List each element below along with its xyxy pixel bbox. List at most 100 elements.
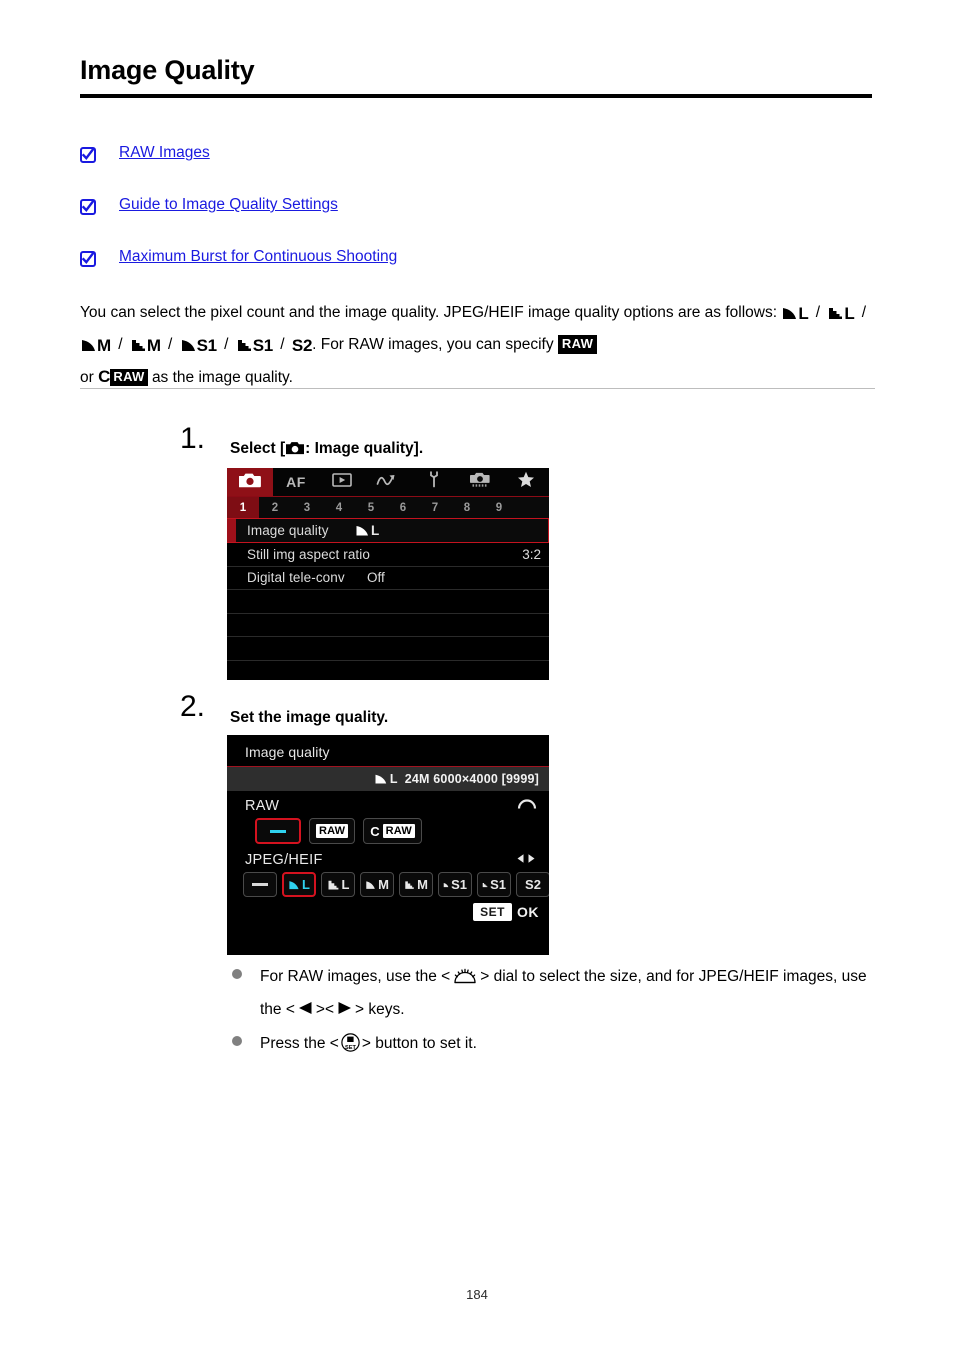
craw-badge: RAW: [110, 369, 148, 386]
set-ok-button[interactable]: SET OK: [473, 903, 539, 921]
separator: /: [280, 336, 285, 353]
menu-page-1[interactable]: 1: [227, 497, 259, 518]
link-label[interactable]: Maximum Burst for Continuous Shooting: [119, 248, 397, 267]
quality-wedge-smooth-icon: [366, 880, 375, 889]
quality-glyph-label: M: [97, 336, 111, 355]
jpeg-option-small2[interactable]: S2: [516, 872, 549, 897]
craw-prefix-letter: C: [370, 823, 380, 839]
jpeg-option-none[interactable]: [243, 872, 277, 897]
menu-tab-custom-functions[interactable]: [457, 468, 503, 496]
checkbox-check-icon: [80, 147, 96, 163]
link-item-guide-to-image-quality-settings[interactable]: Guide to Image Quality Settings: [80, 196, 880, 248]
jpeg-option-small1-fine[interactable]: S1: [438, 872, 472, 897]
quick-set-button-icon: SET: [341, 1033, 360, 1062]
link-label[interactable]: Guide to Image Quality Settings: [119, 196, 338, 215]
bullet-text: For RAW images, use the < > dial to selec…: [260, 962, 872, 1025]
menu-row-still-img-aspect-ratio[interactable]: Still img aspect ratio 3:2: [227, 543, 549, 567]
playback-icon: [331, 472, 353, 492]
bullet-text-part-3: ><: [315, 1001, 335, 1018]
raw-section-label: RAW: [245, 797, 280, 814]
dash-icon: [270, 829, 286, 833]
quality-info-bar: L 24M 6000×4000 [9999]: [227, 767, 549, 791]
jpeg-option-medium-normal[interactable]: M: [399, 872, 433, 897]
intro-line-2-prefix: as follows:: [704, 304, 778, 321]
menu-page-4[interactable]: 4: [323, 497, 355, 518]
camera-icon: [238, 472, 261, 493]
menu-page-number-bar: 1 2 3 4 5 6 7 8 9: [227, 497, 549, 518]
bullet-item-raw-dial: For RAW images, use the < > dial to selec…: [232, 962, 872, 1025]
link-item-maximum-burst-for-continuous-shooting[interactable]: Maximum Burst for Continuous Shooting: [80, 248, 880, 300]
menu-row-label: Image quality: [247, 523, 329, 538]
jpeg-option-large-fine[interactable]: L: [282, 872, 316, 897]
menu-tab-af[interactable]: AF: [273, 468, 319, 496]
menu-page-3[interactable]: 3: [291, 497, 323, 518]
main-dial-icon: [452, 966, 478, 995]
quality-wedge-step-icon: [482, 882, 488, 887]
quality-glyph-large-fine: L: [781, 299, 809, 330]
network-icon: [376, 473, 400, 492]
bullet-dot-icon: [232, 969, 242, 979]
info-quality-label: L: [389, 772, 398, 786]
jpeg-option-medium-fine[interactable]: M: [360, 872, 394, 897]
menu-page-7[interactable]: 7: [419, 497, 451, 518]
ok-label: OK: [517, 904, 539, 920]
step-1-heading-prefix: Select [: [230, 440, 286, 457]
quality-glyph-small1-fine: S1: [180, 331, 217, 362]
jpeg-option-label: M: [378, 877, 389, 892]
menu-page-6[interactable]: 6: [387, 497, 419, 518]
menu-tab-playback[interactable]: [319, 468, 365, 496]
menu-tab-network[interactable]: [365, 468, 411, 496]
raw-option-raw[interactable]: RAW: [309, 818, 356, 844]
raw-option-none[interactable]: [255, 818, 301, 844]
link-label[interactable]: RAW Images: [119, 144, 210, 163]
jpeg-option-label: M: [417, 877, 428, 892]
menu-row-image-quality[interactable]: Image quality L: [227, 518, 549, 543]
intro-line-3-suffix: as the image quality.: [151, 369, 293, 386]
link-item-raw-images[interactable]: RAW Images: [80, 144, 880, 196]
wrench-icon: [427, 471, 441, 493]
dialog-title: Image quality: [227, 735, 549, 767]
menu-tab-shooting[interactable]: [227, 468, 273, 496]
separator: /: [118, 336, 123, 353]
bullet-text-part-4: > keys.: [355, 1001, 405, 1018]
jpeg-option-label: S1: [451, 877, 467, 892]
menu-item-list: Image quality L Still img aspect ratio 3…: [227, 518, 549, 680]
intro-paragraph: You can select the pixel count and the i…: [80, 298, 875, 393]
page-title: Image Quality: [80, 55, 255, 85]
menu-page-8[interactable]: 8: [451, 497, 483, 518]
separator: /: [224, 336, 229, 353]
quality-glyph-label: M: [146, 336, 161, 355]
camera-icon: [285, 441, 305, 460]
section-link-list: RAW Images Guide to Image Quality Settin…: [80, 144, 880, 300]
jpeg-option-small1-normal[interactable]: S1: [477, 872, 511, 897]
raw-section-label-row: RAW: [227, 791, 549, 816]
menu-row-empty: [227, 590, 549, 614]
raw-badge: RAW: [557, 335, 598, 354]
jpeg-section-label: JPEG/HEIF: [245, 852, 323, 868]
craw-badge: RAW: [382, 824, 415, 838]
raw-option-craw[interactable]: C RAW: [363, 818, 422, 844]
menu-row-label: Still img aspect ratio: [247, 546, 370, 562]
bullet-text: Press the < SET > button to set it.: [260, 1029, 477, 1062]
jpeg-section-label-row: JPEG/HEIF: [227, 846, 549, 870]
intro-line-2-mid: . For RAW images, you can specify: [312, 336, 554, 353]
quality-glyph-label: S2: [291, 336, 313, 355]
left-right-keys-icon: [515, 852, 537, 868]
jpeg-option-large-normal[interactable]: L: [321, 872, 355, 897]
menu-tab-bar: AF: [227, 468, 549, 497]
quality-wedge-smooth-icon: [375, 774, 387, 784]
menu-page-2[interactable]: 2: [259, 497, 291, 518]
menu-page-5[interactable]: 5: [355, 497, 387, 518]
menu-tab-my-menu[interactable]: [503, 468, 549, 496]
step-1-number: 1.: [180, 422, 206, 455]
svg-text:SET: SET: [345, 1045, 356, 1051]
separator: /: [815, 304, 821, 321]
menu-tab-setup[interactable]: [411, 468, 457, 496]
quality-wedge-smooth-icon: [356, 526, 368, 536]
quality-glyph-small1-normal: S1: [236, 331, 273, 362]
menu-row-empty: [227, 614, 549, 637]
menu-row-digital-tele-conv[interactable]: Digital tele-conv Off: [227, 567, 549, 590]
menu-page-9[interactable]: 9: [483, 497, 515, 518]
quality-glyph-label: L: [844, 304, 855, 323]
quality-wedge-step-icon: [405, 880, 414, 889]
